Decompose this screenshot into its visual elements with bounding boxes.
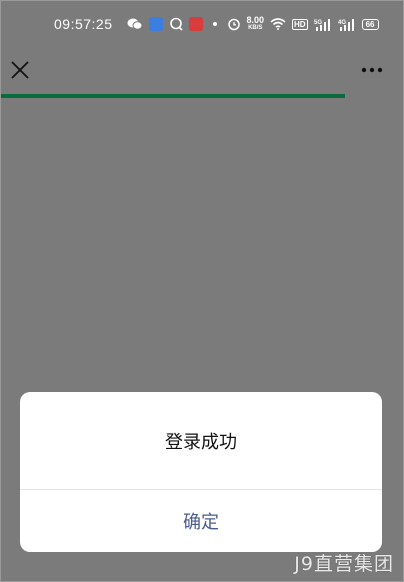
app-icon: [148, 17, 163, 31]
red-app-icon: [188, 17, 203, 31]
status-bar: 09:57:25 8.00 KB/S HD 5G 4G 66: [0, 0, 404, 48]
net-speed-value: 8.00: [246, 15, 265, 25]
dot-icon: [212, 22, 217, 26]
confirm-button[interactable]: 确定: [20, 490, 382, 552]
nav-bar: [0, 48, 404, 94]
login-success-dialog: 登录成功 确定: [20, 392, 382, 552]
status-time: 09:57:25: [54, 16, 113, 32]
net-speed-unit: KB/S: [248, 25, 263, 31]
signal-icon: 4G: [338, 18, 356, 31]
more-button[interactable]: [358, 56, 386, 84]
dialog-message: 登录成功: [165, 431, 237, 452]
close-icon: [11, 61, 29, 79]
net-speed: 8.00 KB/S: [247, 16, 265, 32]
wifi-icon: [270, 18, 286, 30]
alarm-icon: [227, 17, 241, 31]
signal-icon: 5G: [314, 18, 332, 31]
hd-icon: HD: [292, 18, 308, 30]
more-icon: [361, 67, 383, 73]
loading-progress-fill: [0, 94, 346, 98]
chat-bubble-icon: [169, 17, 183, 31]
watermark: J9直营集团: [294, 553, 394, 575]
wechat-icon: [127, 17, 143, 31]
battery-icon: 66: [361, 18, 379, 30]
loading-progress-bar: [0, 94, 404, 98]
close-button[interactable]: [6, 56, 34, 84]
